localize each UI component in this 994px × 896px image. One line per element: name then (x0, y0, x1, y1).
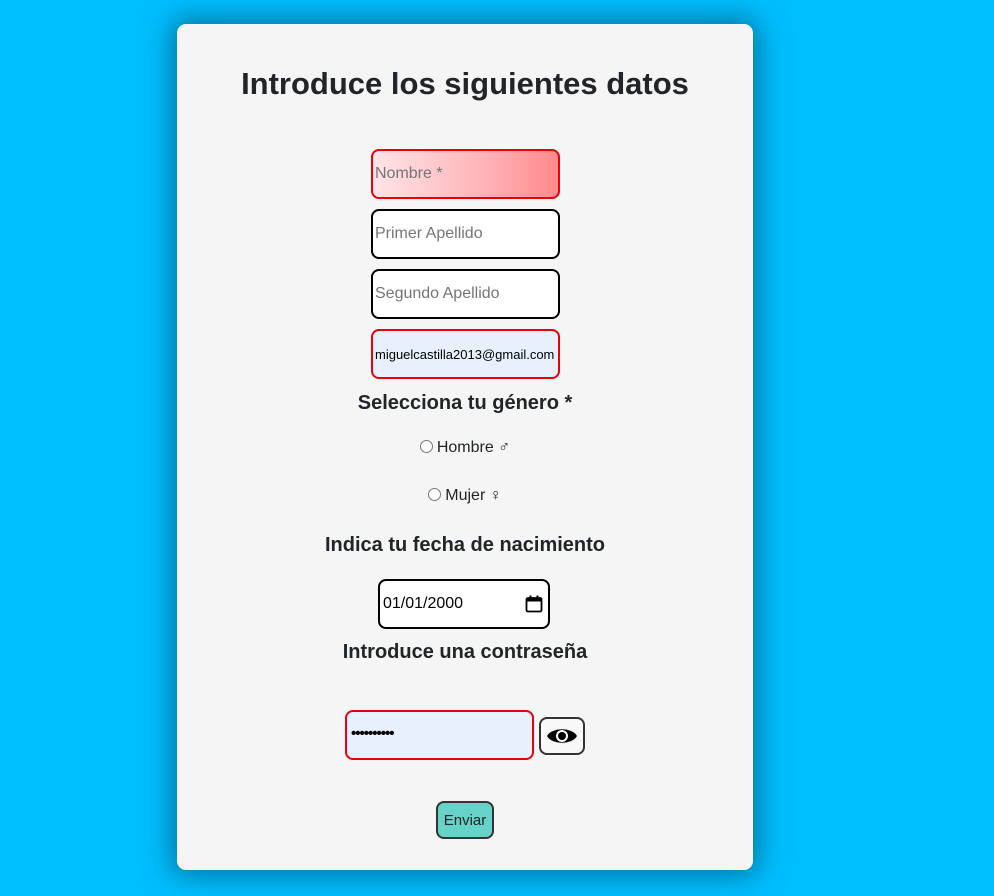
gender-label: Selecciona tu género * (357, 392, 573, 414)
birthdate-value: 01/01/2000 (383, 595, 464, 612)
page-title: Introduce los siguientes datos (241, 66, 689, 101)
email-input[interactable] (371, 329, 560, 379)
hombre-radio[interactable] (419, 440, 433, 453)
birthdate-input[interactable]: 01/01/2000 (378, 579, 550, 629)
mujer-radio-label: Mujer ♀ (445, 487, 502, 504)
submit-button[interactable]: Enviar (436, 801, 494, 839)
primer-apellido-input[interactable] (371, 209, 560, 259)
mujer-radio[interactable] (428, 488, 442, 501)
nombre-input[interactable] (371, 149, 560, 199)
password-input[interactable]: •••••••••• (345, 710, 534, 760)
password-label: Introduce una contraseña (342, 641, 588, 663)
hombre-radio-label: Hombre ♂ (436, 439, 511, 456)
segundo-apellido-input[interactable] (371, 269, 560, 319)
gender-option-mujer[interactable]: Mujer ♀ (177, 486, 753, 506)
gender-option-hombre[interactable]: Hombre ♂ (177, 438, 753, 458)
password-value: •••••••••• (351, 725, 395, 742)
birthdate-label: Indica tu fecha de nacimiento (324, 534, 606, 556)
eye-icon (547, 729, 577, 743)
form-card: Introduce los siguientes datos Seleccion… (177, 24, 753, 870)
calendar-icon[interactable] (525, 595, 543, 613)
toggle-password-button[interactable] (539, 717, 585, 755)
